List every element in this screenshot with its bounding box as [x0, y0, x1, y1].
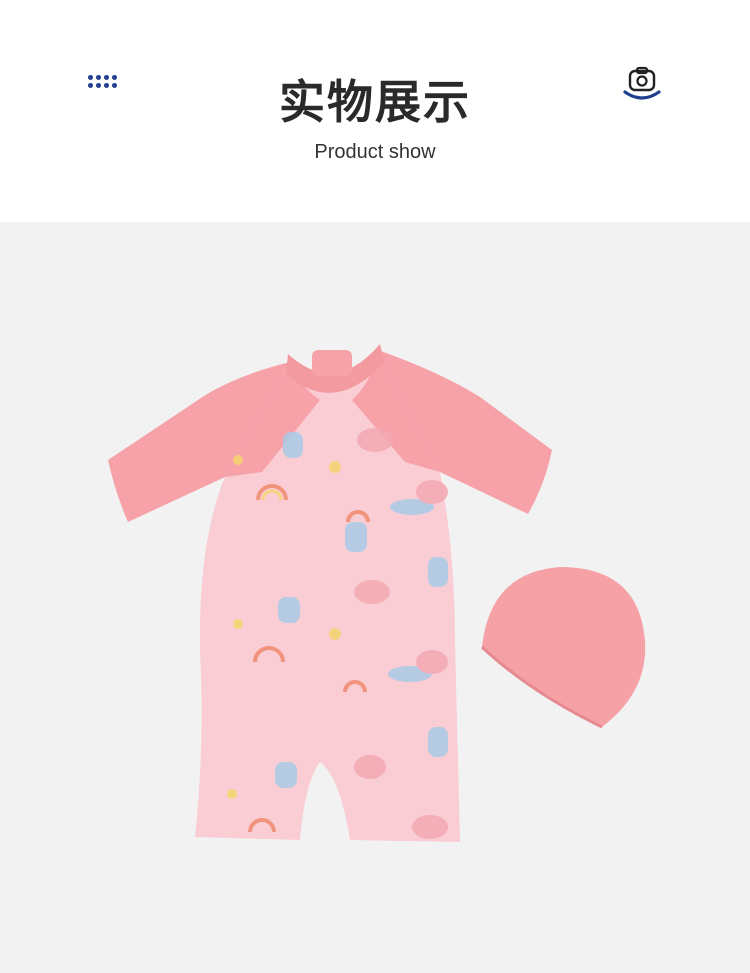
product-photo	[0, 222, 750, 973]
camera-icon	[623, 66, 661, 100]
section-subtitle: Product show	[314, 141, 436, 163]
section-header: 实物展示 Product show	[0, 0, 750, 222]
swimsuit-illustration	[108, 344, 646, 842]
